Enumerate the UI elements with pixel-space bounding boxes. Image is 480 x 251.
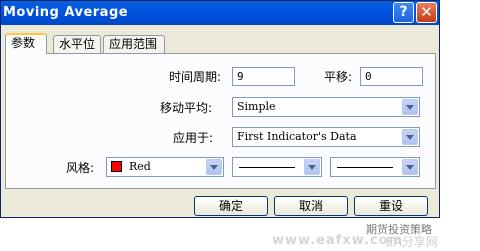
apply-to-label: 应用于:: [173, 131, 214, 145]
apply-to-value: First Indicator's Data: [237, 130, 357, 143]
line-width-select[interactable]: [330, 157, 420, 177]
window-title: Moving Average: [3, 5, 129, 20]
apply-to-select[interactable]: First Indicator's Data: [232, 127, 420, 147]
watermark-url: www.eafxw.com: [272, 233, 404, 248]
parameters-panel: 时间周期: 9 平移: 0 移动平均: Simple 应用于: First In…: [5, 53, 436, 189]
tab-parameters[interactable]: 参数: [5, 33, 47, 54]
line-style-select[interactable]: [232, 157, 322, 177]
ma-method-label: 移动平均:: [160, 101, 213, 115]
shift-input[interactable]: 0: [360, 67, 423, 86]
style-label: 风格:: [66, 161, 95, 175]
title-bar[interactable]: Moving Average ? ✕: [1, 1, 439, 25]
chevron-down-icon[interactable]: [206, 159, 222, 175]
help-button[interactable]: ?: [393, 2, 414, 23]
line-width-icon: [337, 167, 393, 168]
chevron-down-icon[interactable]: [402, 129, 418, 145]
ma-method-value: Simple: [237, 100, 276, 113]
color-select[interactable]: Red: [106, 157, 224, 177]
ma-method-select[interactable]: Simple: [232, 97, 420, 117]
chevron-down-icon[interactable]: [402, 159, 418, 175]
color-value: Red: [129, 160, 151, 173]
tab-levels[interactable]: 水平位: [53, 35, 101, 53]
solid-line-icon: [239, 167, 295, 168]
chevron-down-icon[interactable]: [402, 99, 418, 115]
tab-visualization[interactable]: 应用范围: [103, 35, 165, 53]
dialog-window: Moving Average ? ✕ 参数 水平位 应用范围 时间周期: 9 平…: [0, 0, 440, 218]
reset-button[interactable]: 重设: [354, 196, 428, 216]
watermark-site: EA分享网: [386, 235, 438, 249]
ok-button[interactable]: 确定: [194, 196, 268, 216]
period-input[interactable]: 9: [232, 67, 295, 86]
close-button[interactable]: ✕: [416, 2, 437, 23]
chevron-down-icon[interactable]: [304, 159, 320, 175]
shift-label: 平移:: [324, 70, 353, 84]
color-swatch: [111, 161, 122, 172]
cancel-button[interactable]: 取消: [274, 196, 348, 216]
period-label: 时间周期:: [169, 70, 222, 84]
